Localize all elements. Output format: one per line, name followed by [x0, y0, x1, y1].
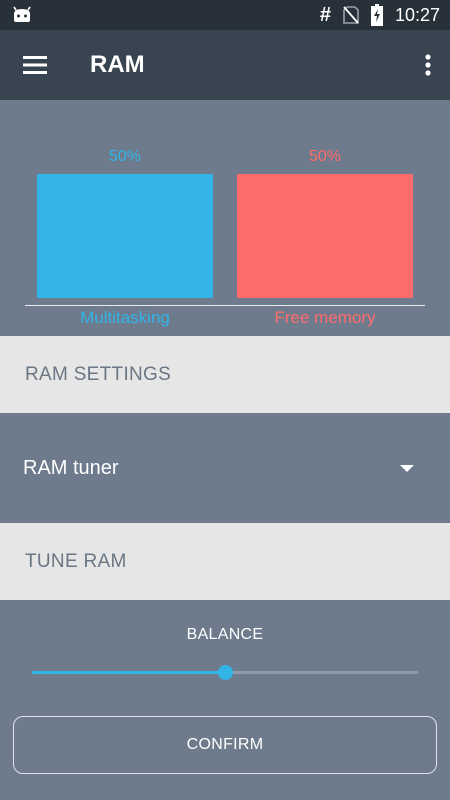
hash-indicator: # [319, 4, 331, 26]
category-label: Free memory [274, 308, 376, 327]
slider-fill [32, 671, 225, 674]
app-bar: RAM [0, 30, 450, 100]
tune-ram-header: TUNE RAM [0, 523, 450, 600]
status-bar: # 10:27 [0, 0, 450, 30]
dropdown-arrow-icon [400, 460, 414, 474]
confirm-button[interactable]: CONFIRM [13, 716, 437, 774]
ram-chart-svg [25, 174, 425, 306]
ram-usage-chart: 50% Multitasking 50% Free memory [0, 100, 450, 336]
battery-charging-icon [370, 4, 383, 26]
balance-slider[interactable] [32, 664, 418, 682]
hamburger-menu-icon[interactable] [14, 44, 56, 86]
android-robot-icon [12, 5, 32, 25]
bar-value-label: 50% [308, 148, 342, 165]
more-vert-icon[interactable] [416, 44, 440, 86]
balance-label: BALANCE [186, 626, 264, 643]
bar-free-memory [237, 174, 413, 298]
clock: 10:27 [394, 5, 440, 25]
page-title: RAM [90, 51, 145, 78]
no-sim-icon [343, 5, 359, 25]
bar-value-label: 50% [108, 148, 142, 165]
ram-settings-header: RAM SETTINGS [0, 336, 450, 413]
ram-tuner-dropdown[interactable]: RAM tuner [0, 413, 450, 523]
dropdown-selected-value: RAM tuner [23, 457, 119, 479]
bar-multitasking [37, 174, 213, 298]
category-label: Multitasking [80, 308, 170, 327]
slider-thumb[interactable] [218, 665, 233, 680]
